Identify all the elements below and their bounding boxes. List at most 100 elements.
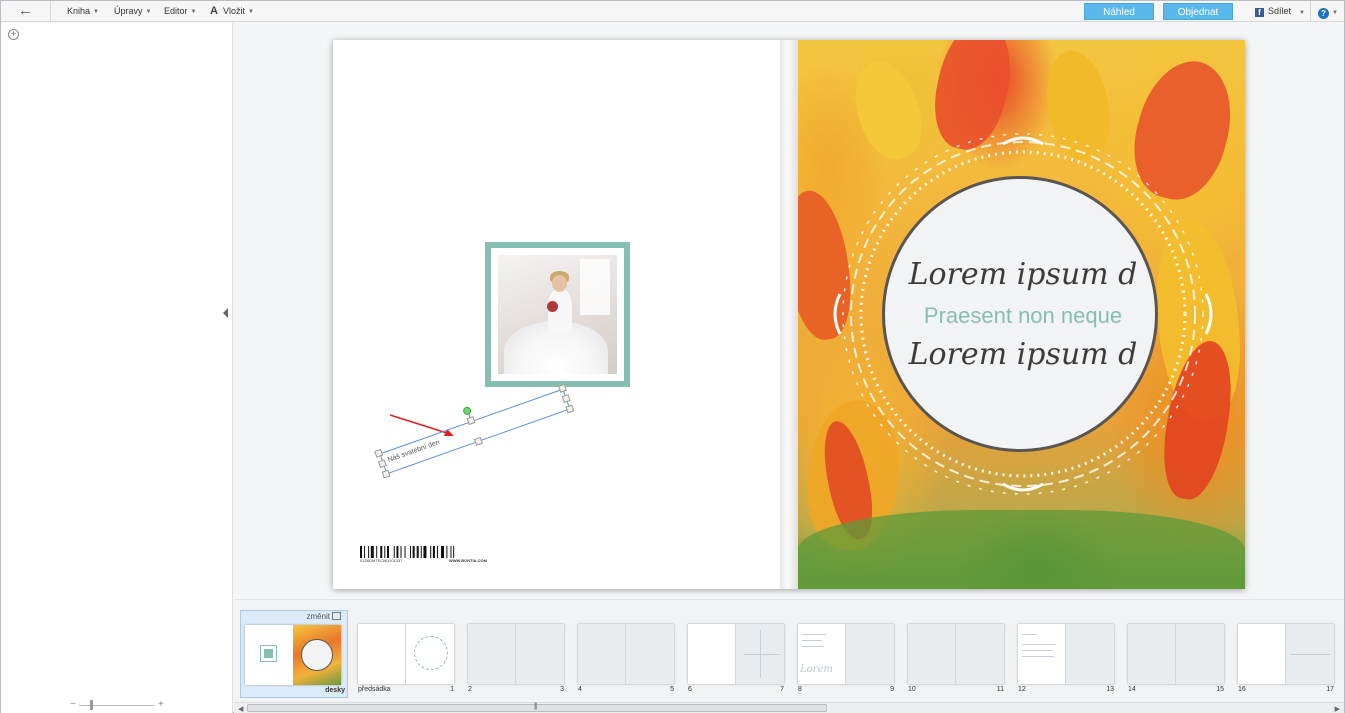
- barcode-bar: [420, 546, 422, 558]
- edit-page-icon: [332, 612, 341, 620]
- cover-subtitle[interactable]: Praesent non neque: [885, 303, 1161, 329]
- thumbnail-cover[interactable]: změnit desky: [240, 610, 348, 698]
- barcode-bar: [432, 546, 435, 558]
- thumbnail-label-left: 10: [908, 686, 916, 693]
- thumbnail-left-page: [688, 624, 736, 684]
- bride-head: [552, 275, 567, 292]
- mini-photo-frame: [260, 645, 277, 662]
- thumbnail-label-right: 9: [890, 686, 894, 693]
- thumbnail-preview: [1018, 624, 1114, 684]
- scrollbar-thumb[interactable]: |||: [247, 703, 827, 712]
- thumbnail-left-page: [358, 624, 406, 684]
- caret-down-icon: ▼: [1332, 10, 1338, 16]
- mini-back-cover: [245, 625, 293, 685]
- barcode: [360, 546, 455, 558]
- menu-editor-label: Editor: [164, 6, 188, 16]
- wedding-photo[interactable]: [498, 255, 617, 374]
- zoom-slider-handle[interactable]: [90, 700, 93, 710]
- barcode-bar: [450, 546, 452, 558]
- barcode-site: WWW.BONTIA.COM: [449, 558, 487, 563]
- mini-text-line: [1022, 650, 1052, 651]
- mini-text-line: [1022, 634, 1036, 635]
- barcode-bar: [380, 546, 383, 558]
- thumbnail-label-right: 3: [560, 686, 564, 693]
- thumbnail-left-page: [1238, 624, 1286, 684]
- collapse-panel-icon[interactable]: [223, 308, 228, 318]
- zoom-in-button[interactable]: +: [158, 699, 164, 710]
- book-spread: Náš svatební den 0128GMTECNU201337 WWW.B…: [333, 40, 1245, 589]
- thumbnail-label-right: 7: [780, 686, 784, 693]
- cover-title-line-2[interactable]: Lorem ipsum d: [885, 337, 1161, 372]
- caret-down-icon: ▼: [247, 9, 254, 15]
- text-box-content[interactable]: Náš svatební den: [387, 439, 441, 464]
- horizontal-scrollbar[interactable]: ◀ ||| ▶: [234, 702, 1344, 713]
- thumbnail-right-page: [956, 624, 1004, 684]
- mini-grid-line: [744, 654, 780, 655]
- share-menu[interactable]: f Sdílet ▼: [1255, 1, 1305, 22]
- rotate-handle[interactable]: [461, 405, 473, 416]
- barcode-bar: [376, 546, 378, 558]
- thumbnail-pages-2-3[interactable]: 2 3: [458, 610, 566, 698]
- photo-window: [580, 259, 610, 315]
- front-cover[interactable]: Lorem ipsum d Praesent non neque Lorem i…: [798, 40, 1245, 589]
- thumbnail-preview: [468, 624, 564, 684]
- thumbnail-endpaper[interactable]: předsádka 1: [348, 610, 456, 698]
- thumbnail-pages-10-11[interactable]: 10 11: [898, 610, 1006, 698]
- thumbnail-cover-preview: [245, 625, 341, 685]
- back-cover[interactable]: Náš svatební den 0128GMTECNU201337 WWW.B…: [333, 40, 780, 589]
- add-circle-icon[interactable]: +: [8, 29, 19, 40]
- cover-title-line-1[interactable]: Lorem ipsum d: [885, 257, 1161, 292]
- menu-upravy[interactable]: Úpravy ▼: [114, 1, 151, 22]
- resize-handle-r[interactable]: [561, 394, 571, 404]
- photo-frame[interactable]: [485, 242, 630, 387]
- help-icon: ?: [1318, 8, 1329, 19]
- thumbnail-pages-6-7[interactable]: 6 7: [678, 610, 786, 698]
- share-label: Sdílet: [1268, 6, 1292, 16]
- zoom-out-button[interactable]: −: [70, 699, 76, 710]
- barcode-bar: [430, 546, 432, 558]
- tulip-leaves: [798, 510, 1245, 589]
- thumbnail-preview: [1238, 624, 1334, 684]
- resize-handle-br[interactable]: [565, 404, 575, 414]
- help-menu[interactable]: ? ▼: [1310, 1, 1344, 22]
- thumbnail-pages-16-17[interactable]: 16 17: [1228, 610, 1336, 698]
- thumbnail-pages-8-9[interactable]: Lorem 8 9: [788, 610, 896, 698]
- page-thumbnail-strip: změnit desky předsádka 1 2 3 4 5 6 7 Lor…: [234, 599, 1344, 713]
- thumbnail-preview: Lorem: [798, 624, 894, 684]
- mini-ornament: [414, 636, 448, 670]
- barcode-bar: [387, 546, 389, 558]
- bouquet: [547, 301, 558, 312]
- change-cover-label: změnit: [306, 612, 330, 621]
- thumbnail-label-left: 16: [1238, 686, 1246, 693]
- scroll-right-icon[interactable]: ▶: [1335, 705, 1340, 713]
- barcode-bar: [409, 546, 411, 558]
- mini-grid-line: [1290, 654, 1330, 655]
- scroll-left-icon[interactable]: ◀: [238, 705, 243, 713]
- thumbnail-right-page: [516, 624, 564, 684]
- title-medallion[interactable]: Lorem ipsum d Praesent non neque Lorem i…: [882, 176, 1158, 452]
- text-a-icon: A: [210, 5, 218, 17]
- thumbnail-left-page: [1018, 624, 1066, 684]
- menu-vlozit[interactable]: A Vložit ▼: [210, 1, 254, 22]
- thumbnail-label-left: 4: [578, 686, 582, 693]
- order-button[interactable]: Objednat: [1163, 3, 1233, 20]
- thumbnail-label-right: 13: [1106, 686, 1114, 693]
- thumbnail-right-page: [626, 624, 674, 684]
- menu-upravy-label: Úpravy: [114, 6, 143, 16]
- thumbnail-endpaper-preview: [358, 624, 454, 684]
- menu-editor[interactable]: Editor ▼: [164, 1, 196, 22]
- thumbnail-label-left: 2: [468, 686, 472, 693]
- preview-button[interactable]: Náhled: [1084, 3, 1154, 20]
- back-button[interactable]: ←: [1, 1, 51, 22]
- mini-medallion: [301, 639, 333, 671]
- thumbnail-label-right: 11: [996, 686, 1004, 693]
- menu-vlozit-label: Vložit: [222, 6, 245, 16]
- thumbnail-pages-12-13[interactable]: 12 13: [1008, 610, 1116, 698]
- change-cover-link[interactable]: změnit: [306, 612, 341, 621]
- thumbnail-pages-4-5[interactable]: 4 5: [568, 610, 676, 698]
- thumbnail-left-page: Lorem: [798, 624, 846, 684]
- barcode-bar: [453, 546, 455, 558]
- thumbnail-pages-14-15[interactable]: 14 15: [1118, 610, 1226, 698]
- menu-kniha[interactable]: Kniha ▼: [67, 1, 99, 22]
- mini-grid-line: [760, 630, 761, 678]
